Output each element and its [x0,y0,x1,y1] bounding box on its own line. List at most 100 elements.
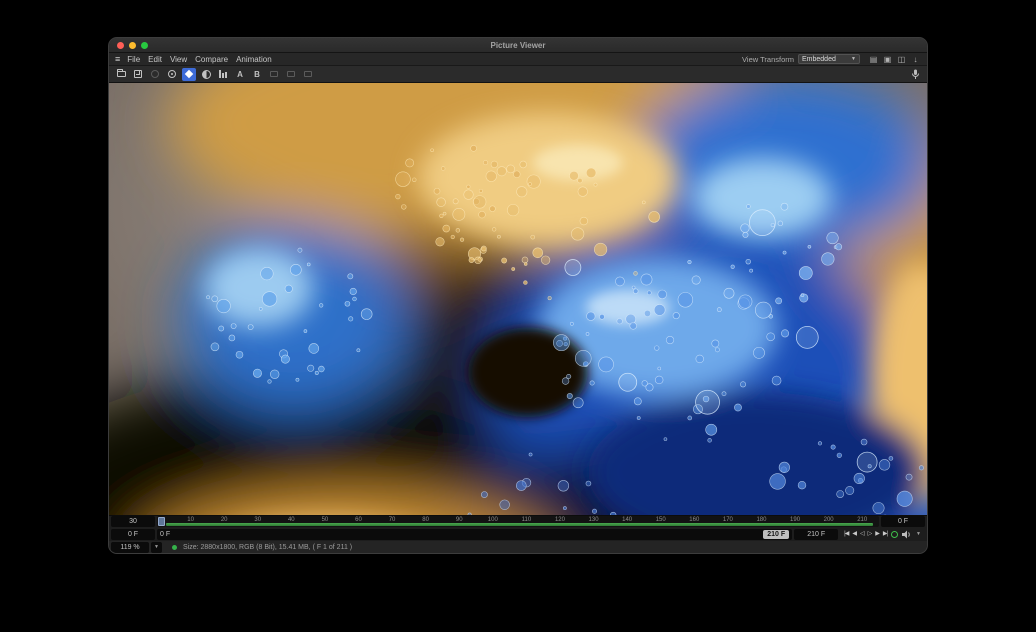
display-mode-1-icon[interactable] [267,68,281,81]
transport-buttons: |◀ ◀ ◁ ▷▶ ▶| [844,529,887,540]
dual-view-icon[interactable]: ◫ [896,55,907,64]
timeline-ruler[interactable]: 1020304050607080901001101201301401501601… [157,516,879,527]
timeline-tick-80: 80 [422,517,429,523]
timeline-tick-180: 180 [756,517,766,523]
histogram-icon[interactable] [216,68,230,81]
timeline-tick-190: 190 [790,517,800,523]
end-frame-field[interactable]: 210 F [794,529,838,540]
zoom-dropdown-chevron-icon[interactable]: ▼ [151,542,162,553]
save-image-icon [134,70,142,78]
histogram-icon [219,70,228,78]
navigate-icon[interactable] [182,68,196,81]
reload-icon[interactable] [148,68,162,81]
timeline-tick-200: 200 [824,517,834,523]
open-panel-icon[interactable]: ▣ [882,55,893,64]
timeline-tick-70: 70 [389,517,396,523]
previous-frame-button[interactable]: ◀ [852,529,856,540]
timeline-tick-110: 110 [522,517,532,523]
minimize-window-button[interactable] [129,42,136,49]
status-bar: 119 % ▼ Size: 2880x1800, RGB (8 Bit), 15… [109,541,927,554]
timeline-tick-30: 30 [254,517,261,523]
next-frame-button[interactable]: ▶ [875,529,879,540]
frame-strip[interactable]: 0 F 210 F [157,529,792,540]
toolbar: AB [109,66,927,83]
pin-compare-icon [168,70,176,78]
timeline-tick-160: 160 [689,517,699,523]
go-to-start-button[interactable]: |◀ [844,529,848,540]
audio-options-chevron-icon[interactable]: ▼ [916,531,921,537]
frame-strip-label: 0 F [160,531,170,538]
timeline-tick-100: 100 [488,517,498,523]
speaker-icon[interactable] [902,530,912,539]
image-canvas[interactable] [109,83,927,515]
display-mode-1-icon [270,71,278,77]
timeline-right-field[interactable]: 0 F [881,516,925,527]
window-controls [117,42,148,49]
close-window-button[interactable] [117,42,124,49]
timeline-tick-170: 170 [723,517,733,523]
fps-field[interactable]: 30 [111,516,155,527]
display-mode-3-icon[interactable] [301,68,315,81]
compare-a-button[interactable]: A [233,68,247,81]
contrast-filter-icon [202,70,211,79]
timeline-tick-90: 90 [456,517,463,523]
timeline-tick-40: 40 [288,517,295,523]
sound-input-icon[interactable] [908,68,922,81]
timeline-row: 30 1020304050607080901001101201301401501… [109,515,927,528]
open-image-icon[interactable] [114,68,128,81]
timeline-tick-10: 10 [187,517,194,523]
menu-edit[interactable]: Edit [148,55,162,64]
timeline-tick-210: 210 [857,517,867,523]
menu-compare[interactable]: Compare [195,55,228,64]
zoom-window-button[interactable] [141,42,148,49]
zoom-level-field[interactable]: 119 % [111,542,149,553]
range-row: 0 F 0 F 210 F 210 F |◀ ◀ ◁ ▷▶ ▶| ▼ [109,528,927,541]
render-status-icon[interactable] [891,531,898,538]
reload-icon [151,70,159,78]
timeline-tick-60: 60 [355,517,362,523]
display-mode-2-icon[interactable] [284,68,298,81]
navigate-icon [185,70,193,78]
playhead-marker[interactable] [158,517,165,526]
save-image-icon[interactable] [131,68,145,81]
header-icons: ▤▣◫↓ [868,55,921,64]
play-forward-button[interactable]: ▷ [868,529,872,540]
timeline-tick-50: 50 [322,517,329,523]
toolbar-right [908,68,922,81]
menu-animation[interactable]: Animation [236,55,272,64]
menubar-right: View Transform Embedded ▼ ▤▣◫↓ [742,54,921,64]
compare-b-button[interactable]: B [250,68,264,81]
menu-bar: ≡ File Edit View Compare Animation View Tran… [109,53,927,66]
contrast-filter-icon[interactable] [199,68,213,81]
timeline-tick-140: 140 [622,517,632,523]
preview-range-bar[interactable] [166,523,873,526]
image-info-text: Size: 2880x1800, RGB (8 Bit), 15.41 MB, … [183,544,352,551]
range-end-highlight[interactable]: 210 F [763,530,789,539]
chevron-down-icon: ▼ [851,56,856,62]
open-image-icon [117,71,126,77]
toolbar-icons: AB [114,68,315,81]
current-frame-field[interactable]: 0 F [111,529,155,540]
edit-icon[interactable]: ▤ [868,55,879,64]
view-transform-label: View Transform [742,55,794,64]
timeline-tick-120: 120 [555,517,565,523]
transport-controls: |◀ ◀ ◁ ▷▶ ▶| ▼ [840,529,925,540]
picture-viewer-window: Picture Viewer ≡ File Edit View Compare Anim… [108,37,928,554]
color-profile-dot-icon [172,545,177,550]
titlebar[interactable]: Picture Viewer [109,38,927,53]
hamburger-menu-icon[interactable]: ≡ [115,55,120,64]
view-transform-select[interactable]: Embedded ▼ [798,54,860,64]
timeline-tick-20: 20 [221,517,228,523]
view-transform-value: Embedded [802,56,836,63]
download-icon[interactable]: ↓ [910,55,921,64]
pin-compare-icon[interactable] [165,68,179,81]
timeline-tick-150: 150 [656,517,666,523]
display-mode-2-icon [287,71,295,77]
go-to-end-button[interactable]: ▶| [883,529,887,540]
menu-file[interactable]: File [127,55,140,64]
play-backward-button[interactable]: ◁ [860,529,864,540]
menu-view[interactable]: View [170,55,187,64]
menu-items: File Edit View Compare Animation [127,55,271,64]
window-title: Picture Viewer [109,41,927,50]
display-mode-3-icon [304,71,312,77]
